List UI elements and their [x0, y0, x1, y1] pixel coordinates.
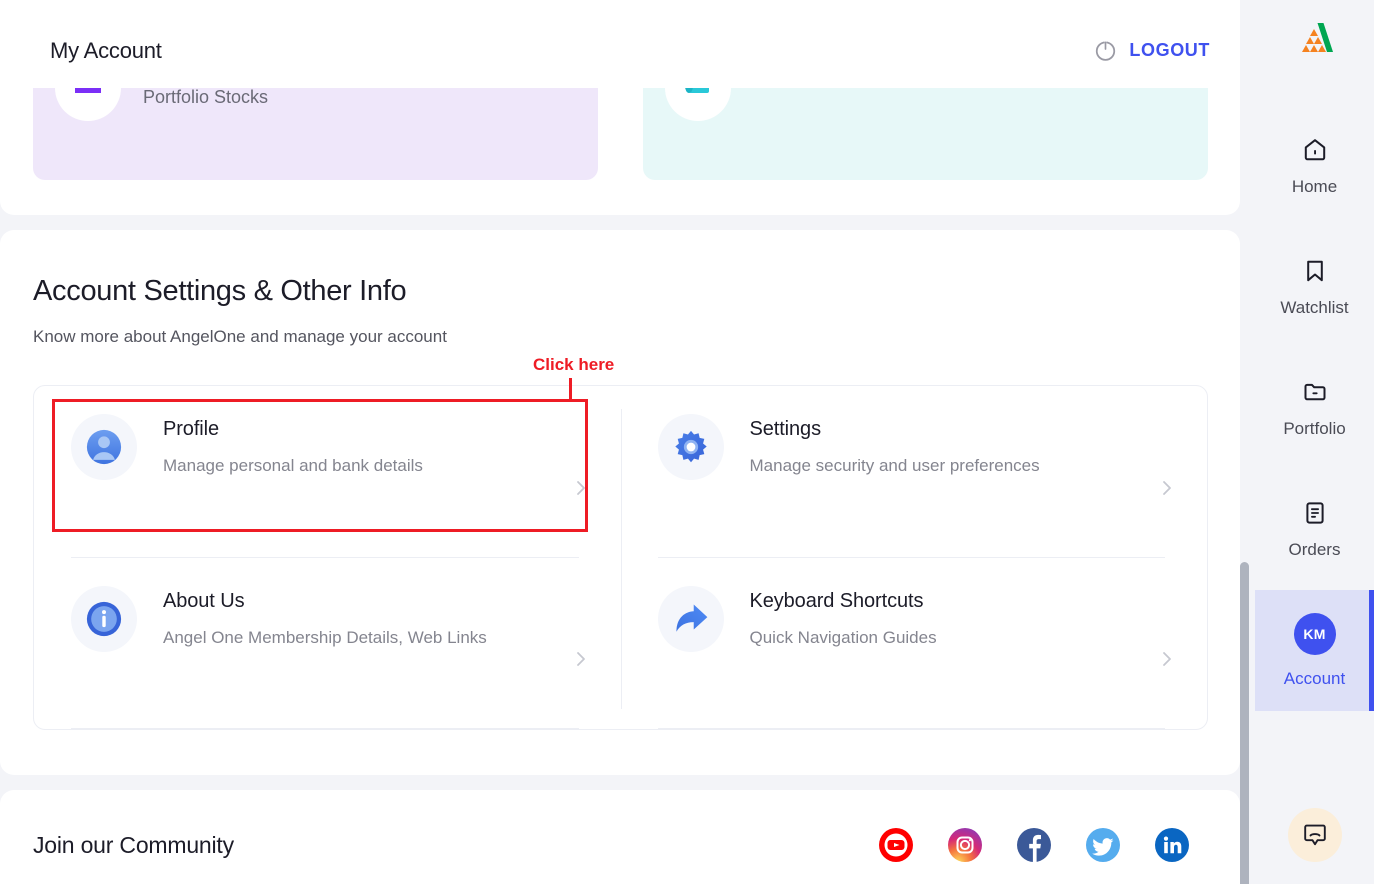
- section-subtitle: Know more about AngelOne and manage your…: [33, 327, 447, 347]
- section-title: Account Settings & Other Info: [33, 275, 406, 308]
- chevron-right-icon: [1157, 478, 1177, 498]
- row-divider: [71, 728, 579, 729]
- community-title: Join our Community: [33, 832, 234, 859]
- gear-icon: [658, 414, 724, 480]
- document-icon: [1302, 500, 1328, 526]
- row-divider: [658, 728, 1166, 729]
- tile-description: Manage security and user preferences: [750, 453, 1110, 479]
- angelone-logo: [1289, 18, 1341, 66]
- sidebar-item-home[interactable]: Home: [1255, 106, 1374, 227]
- main-content-column: Increase your trading balance by pledgin…: [0, 0, 1255, 884]
- page-title: My Account: [50, 38, 162, 64]
- info-glyph: [85, 600, 123, 638]
- tile-body: Keyboard Shortcuts Quick Navigation Guid…: [724, 586, 1158, 651]
- sidebar-item-orders[interactable]: Orders: [1255, 469, 1374, 590]
- sidebar-item-watchlist[interactable]: Watchlist: [1255, 227, 1374, 348]
- scrollbar-thumb[interactable]: [1240, 562, 1249, 884]
- tile-title: Keyboard Shortcuts: [750, 590, 1158, 613]
- sidebar-item-label: Portfolio: [1283, 419, 1345, 439]
- sidebar-item-label: Account: [1284, 669, 1345, 689]
- sidebar-nav: Home Watchlist Portfolio: [1255, 106, 1374, 711]
- tile-keyboard-shortcuts[interactable]: Keyboard Shortcuts Quick Navigation Guid…: [621, 558, 1208, 730]
- chat-support-icon: [1301, 821, 1329, 849]
- settings-tiles-grid: Profile Manage personal and bank details: [33, 385, 1208, 730]
- annotation-pointer-line: [569, 378, 572, 402]
- tile-title: Settings: [750, 418, 1158, 441]
- tile-description: Quick Navigation Guides: [750, 625, 1080, 651]
- tile-body: Settings Manage security and user prefer…: [724, 414, 1158, 479]
- social-links: [878, 827, 1190, 863]
- tile-settings[interactable]: Settings Manage security and user prefer…: [621, 386, 1208, 558]
- share-arrow-icon: [658, 586, 724, 652]
- logout-label: LOGOUT: [1129, 40, 1210, 61]
- folder-icon: [1302, 379, 1328, 405]
- sidebar-item-portfolio[interactable]: Portfolio: [1255, 348, 1374, 469]
- share-arrow-glyph: [671, 599, 711, 639]
- gear-glyph: [672, 428, 710, 466]
- chat-support-button[interactable]: [1288, 808, 1342, 862]
- account-settings-card: Account Settings & Other Info Know more …: [0, 230, 1240, 775]
- tile-description: Manage personal and bank details: [163, 453, 493, 479]
- chevron-right-icon: [571, 649, 591, 669]
- tile-description: Angel One Membership Details, Web Links: [163, 625, 493, 651]
- logout-button[interactable]: LOGOUT: [1093, 38, 1210, 63]
- sidebar-item-account[interactable]: KM Account: [1255, 590, 1374, 711]
- chevron-right-icon: [1157, 649, 1177, 669]
- app-root: Increase your trading balance by pledgin…: [0, 0, 1374, 884]
- tile-body: About Us Angel One Membership Details, W…: [137, 586, 571, 651]
- tile-title: Profile: [163, 418, 571, 441]
- chevron-right-icon: [571, 478, 591, 498]
- facebook-icon[interactable]: [1016, 827, 1052, 863]
- right-sidebar: Home Watchlist Portfolio: [1255, 0, 1374, 884]
- page-header: My Account LOGOUT: [0, 13, 1240, 88]
- info-icon: [71, 586, 137, 652]
- tile-title: About Us: [163, 590, 571, 613]
- tile-body: Profile Manage personal and bank details: [137, 414, 571, 479]
- instagram-icon[interactable]: [947, 827, 983, 863]
- avatar: KM: [1294, 613, 1336, 655]
- annotation-label: Click here: [533, 355, 614, 375]
- home-icon: [1302, 137, 1328, 163]
- youtube-icon[interactable]: [878, 827, 914, 863]
- person-icon: [71, 414, 137, 480]
- community-card: Join our Community: [0, 790, 1240, 884]
- power-icon: [1093, 38, 1118, 63]
- tile-profile[interactable]: Profile Manage personal and bank details: [34, 386, 621, 558]
- sidebar-item-label: Orders: [1289, 540, 1341, 560]
- twitter-icon[interactable]: [1085, 827, 1121, 863]
- sidebar-item-label: Watchlist: [1280, 298, 1348, 318]
- bookmark-icon: [1302, 258, 1328, 284]
- sidebar-item-label: Home: [1292, 177, 1337, 197]
- tile-about-us[interactable]: About Us Angel One Membership Details, W…: [34, 558, 621, 730]
- person-glyph: [85, 428, 123, 466]
- linkedin-icon[interactable]: [1154, 827, 1190, 863]
